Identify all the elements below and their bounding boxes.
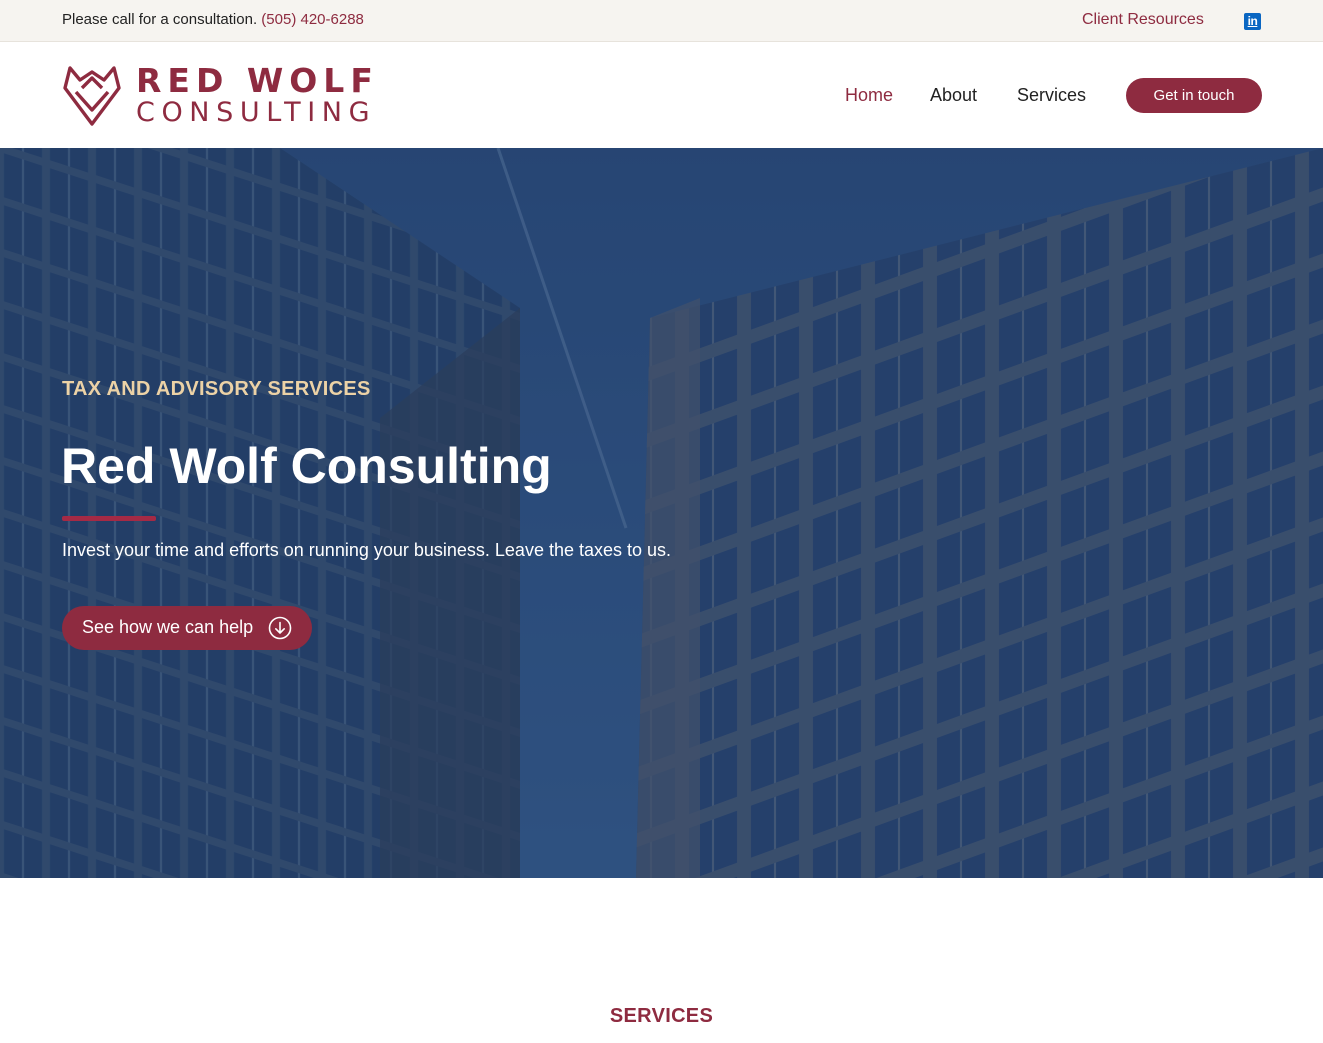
hero-eyebrow: TAX AND ADVISORY SERVICES xyxy=(62,378,371,400)
services-section-label: SERVICES xyxy=(609,1005,714,1027)
see-how-we-can-help-button[interactable]: See how we can help xyxy=(62,606,312,650)
hero-title: Red Wolf Consulting xyxy=(61,438,552,494)
hero-button-label: See how we can help xyxy=(82,617,254,637)
arrow-down-circle-icon xyxy=(268,616,292,640)
brand-name-line1: RED WOLF xyxy=(136,61,379,100)
top-bar: Please call for a consultation. (505) 42… xyxy=(0,0,1323,42)
brand-name-line2: CONSULTING xyxy=(136,97,377,128)
site-header: RED WOLF CONSULTING Home About Services … xyxy=(0,42,1323,148)
nav-about[interactable]: About xyxy=(930,85,977,106)
nav-services[interactable]: Services xyxy=(1017,85,1086,106)
brand-logo[interactable]: RED WOLF CONSULTING xyxy=(62,61,373,129)
get-in-touch-button[interactable]: Get in touch xyxy=(1126,78,1262,113)
hero-background-image xyxy=(0,148,1323,878)
hero-subtitle: Invest your time and efforts on running … xyxy=(62,540,672,560)
linkedin-icon[interactable]: in xyxy=(1244,13,1261,30)
consultation-notice: Please call for a consultation. (505) 42… xyxy=(62,11,364,28)
phone-link[interactable]: (505) 420-6288 xyxy=(261,11,364,28)
consultation-text: Please call for a consultation. xyxy=(62,11,258,28)
nav-home[interactable]: Home xyxy=(845,85,893,106)
hero-divider xyxy=(62,516,156,521)
hero-section: TAX AND ADVISORY SERVICES Red Wolf Consu… xyxy=(0,148,1323,878)
client-resources-link[interactable]: Client Resources xyxy=(1082,11,1204,29)
wolf-head-icon xyxy=(63,66,121,126)
